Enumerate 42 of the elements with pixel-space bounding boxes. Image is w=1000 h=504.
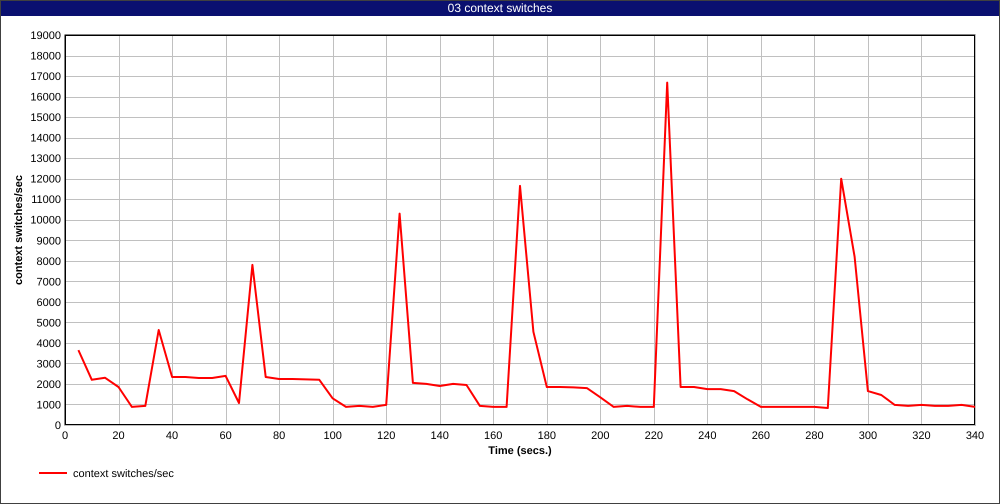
axis-tick-label: 260 [752, 430, 770, 442]
axis-tick-label: 0 [54, 420, 61, 432]
axis-tick-label: 4000 [36, 338, 61, 350]
axis-tick-label: 17000 [30, 71, 61, 84]
axis-tick-label: 15000 [30, 112, 61, 124]
axis-tick-label: 5000 [36, 317, 61, 330]
axis-tick-label: 140 [430, 430, 449, 442]
axis-tick-label: 2000 [36, 378, 61, 391]
axis-tick-label: 240 [698, 430, 717, 442]
y-axis-title: context switches/sec [13, 174, 25, 286]
x-axis-title: Time (secs.) [488, 445, 552, 457]
axis-tick-label: 9000 [36, 235, 61, 248]
axis-tick-label: 16000 [30, 92, 61, 104]
axis-tick-label: 120 [377, 430, 396, 442]
legend-label: context switches/sec [73, 468, 174, 480]
axis-tick-label: 1000 [36, 399, 61, 412]
axis-tick-label: 220 [644, 430, 663, 442]
axis-tick-label: 0 [62, 430, 68, 442]
axis-tick-label: 160 [484, 430, 502, 442]
axis-tick-label: 3000 [36, 358, 61, 370]
axis-tick-label: 340 [966, 430, 984, 442]
axis-tick-label: 100 [323, 430, 342, 442]
axis-tick-label: 12000 [30, 174, 61, 186]
axis-tick-label: 20 [112, 430, 125, 442]
axis-tick-label: 320 [912, 430, 931, 442]
axis-tick-label: 13000 [30, 153, 61, 166]
axis-tick-label: 19000 [30, 30, 61, 42]
axis-tick-label: 10000 [30, 214, 61, 227]
axis-tick-label: 300 [858, 430, 878, 442]
axis-tick-label: 8000 [36, 256, 61, 268]
axis-tick-label: 40 [166, 430, 178, 442]
axis-tick-label: 6000 [36, 296, 61, 309]
axis-tick-label: 7000 [36, 276, 61, 288]
axis-tick-label: 60 [219, 430, 232, 442]
axis-tick-label: 14000 [30, 132, 61, 145]
axis-tick-label: 200 [591, 430, 610, 442]
axis-tick-label: 18000 [30, 50, 61, 63]
window-title: 03 context switches [1, 1, 999, 16]
axis-tick-label: 11000 [31, 194, 61, 206]
axis-tick-label: 80 [273, 430, 286, 442]
axis-tick-label: 280 [805, 430, 824, 442]
axis-tick-label: 180 [538, 430, 556, 442]
